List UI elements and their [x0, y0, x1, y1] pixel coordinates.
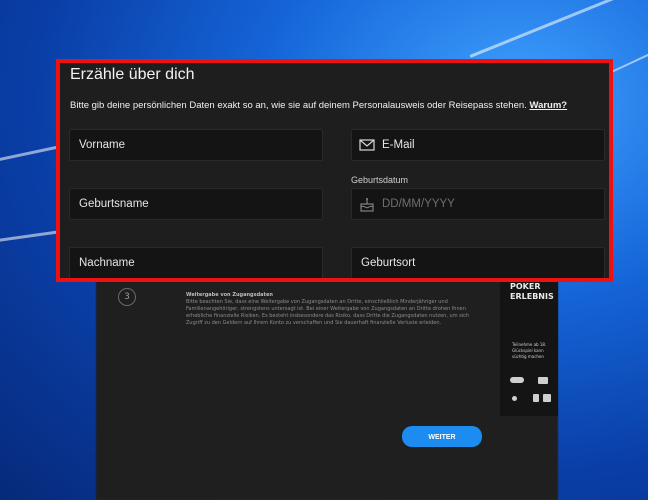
notice-text: Bitte beachten Sie, dass eine Weitergabe…: [186, 299, 470, 326]
wallpaper-streak: [0, 230, 60, 243]
notice-block: Weitergabe von Zugangsdaten Bitte beacht…: [186, 292, 486, 327]
page-title: Erzähle über dich: [70, 66, 195, 83]
age-icon: [533, 394, 539, 402]
personal-data-panel: Erzähle über dich Bitte gib deine persön…: [56, 59, 613, 282]
payment-icon: [538, 377, 548, 384]
badge-icon: [512, 396, 517, 401]
birthday-cake-icon: [359, 197, 375, 215]
promo-title: POKER ERLEBNIS: [510, 282, 554, 301]
geburtsdatum-field[interactable]: DD/MM/YYYY: [351, 188, 605, 220]
geburtsdatum-placeholder: DD/MM/YYYY: [382, 198, 455, 210]
card-icon: [510, 377, 524, 383]
nachname-label: Nachname: [79, 257, 135, 269]
why-link[interactable]: Warum?: [529, 100, 567, 111]
geburtsdatum-label: Geburtsdatum: [351, 175, 409, 185]
seal-icon: [543, 394, 551, 402]
email-field[interactable]: E-Mail: [351, 129, 605, 161]
geburtsort-label: Geburtsort: [361, 257, 416, 269]
vorname-field[interactable]: Vorname: [69, 129, 323, 161]
envelope-icon: [359, 138, 375, 155]
notice-title: Weitergabe von Zugangsdaten: [186, 292, 273, 298]
geburtsname-field[interactable]: Geburtsname: [69, 188, 323, 220]
wallpaper-streak: [469, 0, 638, 58]
promo-description: Teilnehme ab 18. Glückspiel kann süchtig…: [512, 342, 547, 359]
geburtsname-label: Geburtsname: [79, 198, 149, 210]
weiter-button[interactable]: WEITER: [402, 426, 482, 447]
vorname-label: Vorname: [79, 139, 126, 151]
instructions-body: Bitte gib deine persönlichen Daten exakt…: [70, 100, 527, 111]
step-number: 3: [118, 288, 136, 306]
geburtsort-field[interactable]: Geburtsort: [351, 247, 605, 278]
instructions-text: Bitte gib deine persönlichen Daten exakt…: [70, 100, 567, 111]
email-label: E-Mail: [382, 139, 415, 151]
nachname-field[interactable]: Nachname: [69, 247, 323, 278]
